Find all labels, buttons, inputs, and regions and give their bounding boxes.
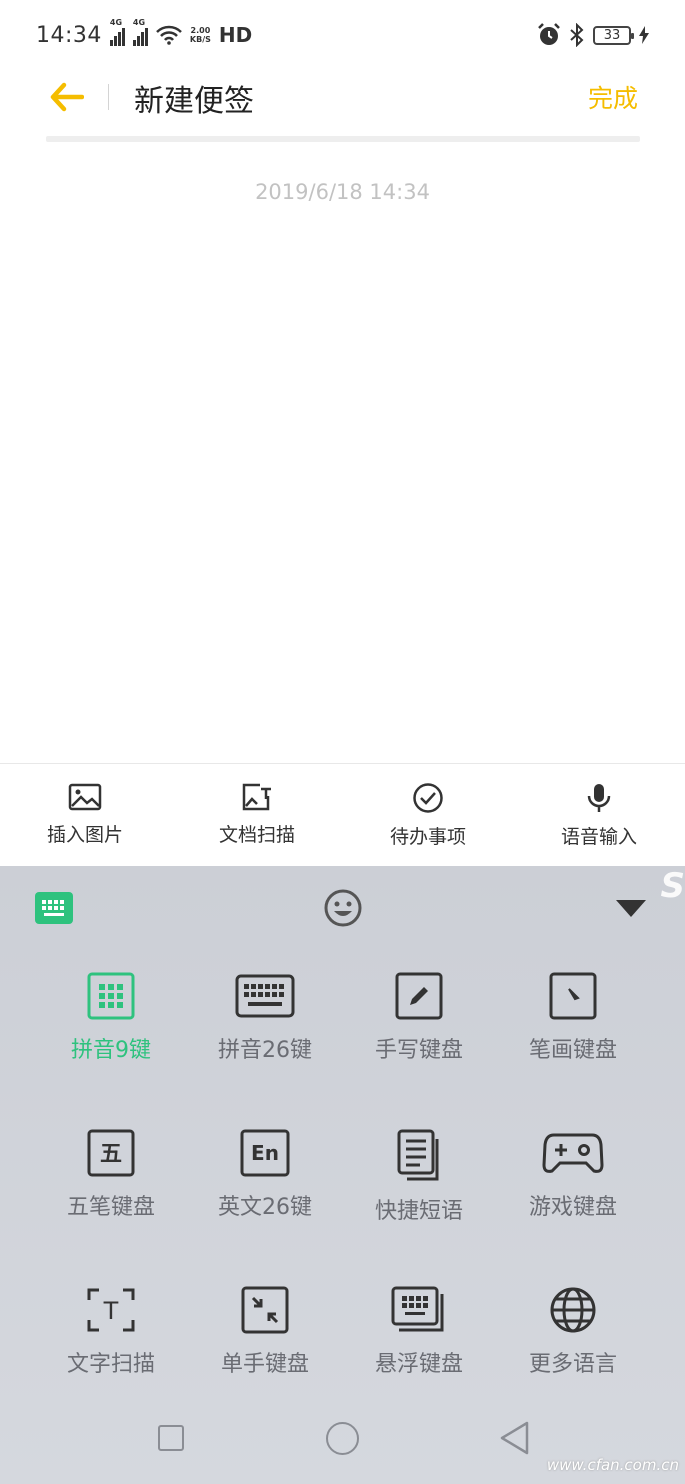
floating-keyboard-icon [391, 1286, 444, 1332]
ime-panel: S 拼音9键 拼音26键 手写键盘 笔画键盘 五 五笔键盘 En 英文26键 快… [0, 866, 685, 1484]
voice-input-button[interactable]: 语音输入 [539, 782, 659, 849]
mode-label: 笔画键盘 [528, 1038, 617, 1063]
back-arrow-icon[interactable] [50, 82, 84, 112]
gamepad-icon [542, 1133, 604, 1173]
check-circle-icon [413, 783, 443, 813]
keyboard-switch-icon[interactable] [35, 892, 73, 924]
todo-label: 待办事项 [389, 826, 466, 848]
mode-label: 文字扫描 [66, 1352, 155, 1377]
mode-phrases[interactable]: 快捷短语 [354, 1129, 484, 1225]
voice-input-label: 语音输入 [560, 826, 637, 848]
wifi-icon [156, 25, 182, 45]
globe-icon [550, 1287, 596, 1333]
mode-label: 游戏键盘 [528, 1195, 617, 1220]
status-left: 14:34 4G 4G 2.00 KB/S HD [36, 18, 253, 48]
wubi-icon: 五 [87, 1129, 135, 1177]
home-button[interactable] [326, 1422, 359, 1455]
speed-value: 2.00 [190, 26, 211, 35]
note-date: 2019/6/18 14:34 [255, 180, 430, 204]
mode-handwriting[interactable]: 手写键盘 [354, 972, 484, 1064]
back-triangle-icon[interactable] [498, 1420, 530, 1456]
pen-icon [395, 972, 443, 1020]
mode-text-scan[interactable]: T 文字扫描 [46, 1286, 176, 1378]
mode-label: 手写键盘 [374, 1038, 463, 1063]
hd-indicator: HD [218, 23, 253, 47]
system-nav-bar: www.cfan.com.cn [0, 1400, 685, 1484]
signal-icon: 4G [109, 18, 125, 46]
doc-scan-label: 文档扫描 [218, 824, 295, 846]
mode-pinyin-9[interactable]: 拼音9键 [46, 972, 176, 1064]
bluetooth-icon [570, 23, 584, 47]
collapse-keyboard-icon[interactable] [616, 900, 646, 917]
title-input-underline[interactable] [46, 136, 640, 142]
mode-more-languages[interactable]: 更多语言 [508, 1286, 638, 1378]
site-watermark: www.cfan.com.cn [546, 1456, 679, 1474]
doc-scan-icon [242, 783, 271, 811]
todo-button[interactable]: 待办事项 [368, 782, 488, 849]
editor-toolbar: 插入图片 文档扫描 待办事项 语音输入 [0, 763, 685, 866]
insert-image-label: 插入图片 [46, 824, 123, 846]
mode-label: 单手键盘 [220, 1352, 309, 1377]
doc-scan-button[interactable]: 文档扫描 [197, 782, 317, 847]
header-divider [108, 84, 109, 110]
battery-indicator: 33 [593, 25, 634, 45]
english-icon: En [240, 1129, 290, 1177]
wubi-glyph: 五 [100, 1142, 122, 1167]
mode-label: 拼音26键 [218, 1038, 312, 1063]
english-glyph: En [251, 1141, 279, 1165]
mode-pinyin-26[interactable]: 拼音26键 [200, 972, 330, 1064]
page-title: 新建便签 [134, 84, 254, 119]
network-speed: 2.00 KB/S [190, 26, 211, 44]
recents-button[interactable] [158, 1425, 184, 1451]
mode-english-26[interactable]: En 英文26键 [200, 1129, 330, 1221]
image-icon [68, 783, 102, 811]
mode-wubi[interactable]: 五 五笔键盘 [46, 1129, 176, 1221]
mode-label: 更多语言 [528, 1352, 617, 1377]
status-bar: 14:34 4G 4G 2.00 KB/S HD 33 [0, 0, 685, 70]
mode-label: 快捷短语 [374, 1199, 463, 1224]
signal-icon-2: 4G [132, 18, 148, 46]
watermark-s: S [660, 866, 685, 906]
mode-stroke[interactable]: 笔画键盘 [508, 972, 638, 1064]
insert-image-button[interactable]: 插入图片 [25, 782, 145, 847]
alarm-icon [538, 23, 560, 45]
text-scan-glyph: T [103, 1297, 119, 1325]
one-hand-icon [241, 1286, 289, 1334]
status-right: 33 [537, 23, 649, 47]
emoji-icon[interactable] [323, 888, 363, 928]
phrases-icon [397, 1129, 439, 1181]
grid-9-icon [87, 972, 135, 1020]
microphone-icon [587, 784, 611, 812]
mode-label: 悬浮键盘 [374, 1352, 463, 1377]
charging-icon [639, 26, 649, 44]
done-button[interactable]: 完成 [588, 79, 638, 115]
mode-one-hand[interactable]: 单手键盘 [200, 1286, 330, 1378]
keyboard-icon [235, 974, 295, 1018]
status-time: 14:34 [36, 22, 102, 48]
mode-label: 五笔键盘 [66, 1195, 155, 1220]
stroke-icon [549, 972, 597, 1020]
speed-unit: KB/S [189, 35, 211, 44]
network-type-1: 4G [109, 18, 123, 27]
mode-floating[interactable]: 悬浮键盘 [354, 1286, 484, 1378]
app-header: 新建便签 完成 [0, 70, 685, 126]
mode-label: 英文26键 [218, 1195, 312, 1220]
mode-label: 拼音9键 [71, 1038, 151, 1063]
mode-game[interactable]: 游戏键盘 [508, 1129, 638, 1221]
text-scan-icon: T [87, 1288, 135, 1332]
network-type-2: 4G [132, 18, 146, 27]
